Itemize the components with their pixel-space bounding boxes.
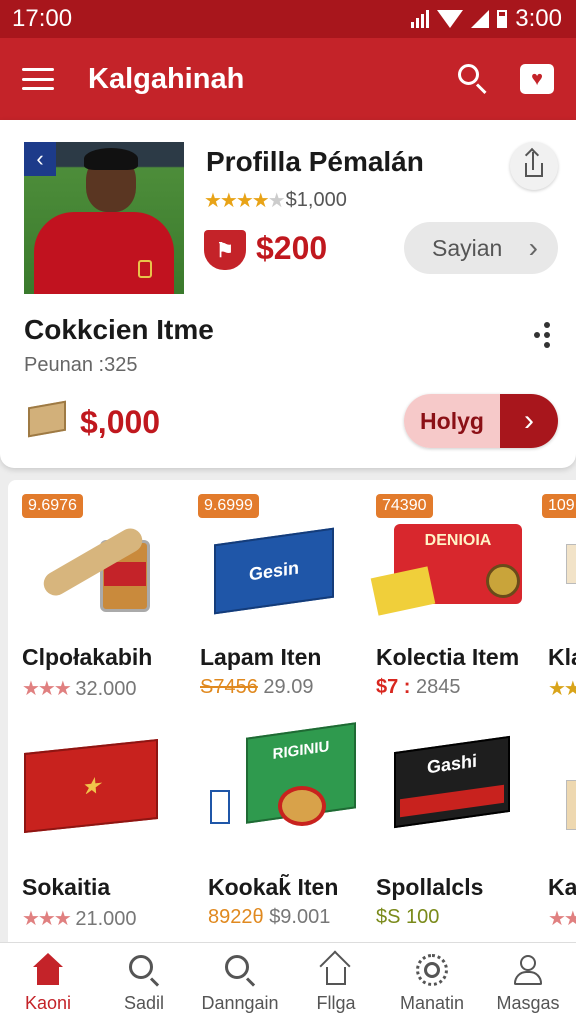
status-clock: 3:00: [515, 5, 562, 32]
battery-icon: [497, 10, 508, 28]
product-stars: ★★: [548, 908, 576, 930]
chevron-right-icon: ›: [500, 394, 558, 448]
product-name: Lapam Iten: [200, 644, 322, 670]
product-name: Ka: [548, 874, 576, 900]
sayian-label: Sayian: [432, 234, 503, 261]
product-name: Clpołakabih: [22, 644, 153, 670]
product-name: Sokaitia: [22, 874, 111, 900]
product-image: DENIOIA: [370, 524, 534, 624]
product-meta: $7 : 2845: [376, 676, 461, 698]
price-badge: 9.6999: [198, 494, 259, 518]
product-name: Spollalcls: [376, 874, 484, 900]
profile-price: $200: [256, 230, 328, 266]
product-card[interactable]: RIGINIU Kookak̃ Iten 8922θ $9.001: [186, 710, 356, 942]
house-outline-icon: [319, 950, 353, 987]
app-title: Kalgahinah: [88, 62, 245, 95]
product-grid: 9.6976 Clpołakabih ★★★ 32.000 9.6999 Ges…: [8, 480, 576, 942]
signal-icon: [411, 10, 430, 28]
share-icon: [532, 152, 534, 170]
product-card[interactable]: Ka ★★: [538, 710, 576, 942]
holyg-label: Holyg: [404, 394, 500, 448]
product-card[interactable]: 109 Kla ★★: [538, 480, 576, 710]
settings-icon: [415, 953, 449, 987]
product-image: [38, 520, 158, 620]
product-image: ★: [24, 732, 164, 834]
nav-item-home[interactable]: Kaoni: [0, 943, 96, 1024]
home-icon: [31, 953, 65, 987]
product-card[interactable]: Gashi Spollalcls $S 100: [364, 710, 534, 942]
search-icon[interactable]: [456, 62, 490, 96]
price-badge: 74390: [376, 494, 433, 518]
profile-photo: ‹: [24, 142, 184, 294]
nav-item-manatin[interactable]: Manatin: [384, 943, 480, 1024]
product-meta: $S 100: [376, 906, 440, 928]
profile-rating: ★★★★★ $1,000: [204, 188, 347, 213]
rating-stars: ★★★★★: [204, 190, 286, 212]
brand-logo-icon: ⚑: [204, 230, 246, 270]
product-meta: S7456 29.09: [200, 676, 314, 698]
product-image: Gashi: [394, 735, 514, 830]
nav-label: Manatin: [399, 993, 465, 1013]
cell-signal-icon: [471, 10, 490, 28]
product-meta: ★★: [548, 676, 576, 701]
product-stars: ★★★: [22, 678, 72, 700]
price-badge: 9.6976: [22, 494, 83, 518]
sayian-button[interactable]: Sayian ›: [404, 222, 558, 274]
product-image: [566, 780, 576, 830]
nav-label: Kaoni: [24, 993, 72, 1013]
nav-label: Danngain: [201, 993, 279, 1013]
nav-label: Masgas: [496, 993, 560, 1013]
product-meta: ★★★ 21.000: [22, 908, 137, 930]
product-card[interactable]: 9.6976 Clpołakabih ★★★ 32.000: [8, 480, 178, 710]
favorites-icon[interactable]: ♥: [520, 64, 554, 94]
product-card[interactable]: 74390 DENIOIA Kolectia Item $7 : 2845: [364, 480, 534, 710]
nav-item-masgas[interactable]: Masgas: [480, 943, 576, 1024]
wifi-icon: [437, 10, 464, 28]
nav-label: Fllga: [316, 993, 356, 1013]
nav-item-danngain[interactable]: Danngain: [192, 943, 288, 1024]
product-name: Kookak̃ Iten: [208, 874, 339, 900]
product-image: RIGINIU: [206, 722, 356, 840]
search-icon: [127, 953, 161, 987]
product-stars: ★★★: [22, 908, 72, 930]
status-time: 17:00: [12, 5, 73, 32]
product-name: Kla: [548, 644, 576, 670]
product-meta: 8922θ $9.001: [208, 906, 331, 928]
holyg-button[interactable]: Holyg ›: [404, 394, 558, 448]
bottom-nav: Kaoni Sadil Danngain Fllga Manatin Masga…: [0, 942, 576, 1024]
search-icon: [223, 953, 257, 987]
product-meta: ★★: [548, 906, 576, 931]
collection-price: $,000: [80, 404, 161, 440]
back-icon[interactable]: ‹: [24, 142, 56, 176]
chevron-right-icon: ›: [528, 232, 538, 263]
profile-title: Profilla Pémalán: [206, 146, 424, 177]
product-name: Kolectia Item: [376, 644, 520, 670]
product-card[interactable]: ★ Sokaitia ★★★ 21.000: [8, 710, 178, 942]
more-options-icon[interactable]: [532, 320, 552, 350]
nav-item-fllga[interactable]: Fllga: [288, 943, 384, 1024]
product-image: Gesin: [204, 526, 344, 616]
product-card[interactable]: 9.6999 Gesin Lapam Iten S7456 29.09: [186, 480, 356, 710]
collection-title: Cokkcien Itme: [24, 314, 214, 345]
nav-label: Sadil: [123, 993, 165, 1013]
share-button[interactable]: [510, 142, 558, 190]
app-bar: Kalgahinah ♥: [0, 38, 576, 120]
status-icons: 3:00: [411, 5, 562, 33]
nav-item-sadil[interactable]: Sadil: [96, 943, 192, 1024]
profile-icon: [511, 953, 545, 987]
status-bar: 17:00 3:00: [0, 0, 576, 38]
menu-icon[interactable]: [22, 68, 54, 90]
product-meta: ★★★ 32.000: [22, 678, 137, 700]
collection-subtitle: Peunan :325: [24, 354, 138, 376]
price-badge: 109: [542, 494, 576, 518]
product-image: [566, 544, 576, 584]
product-stars: ★★: [548, 678, 576, 700]
rating-price: $1,000: [285, 189, 347, 211]
